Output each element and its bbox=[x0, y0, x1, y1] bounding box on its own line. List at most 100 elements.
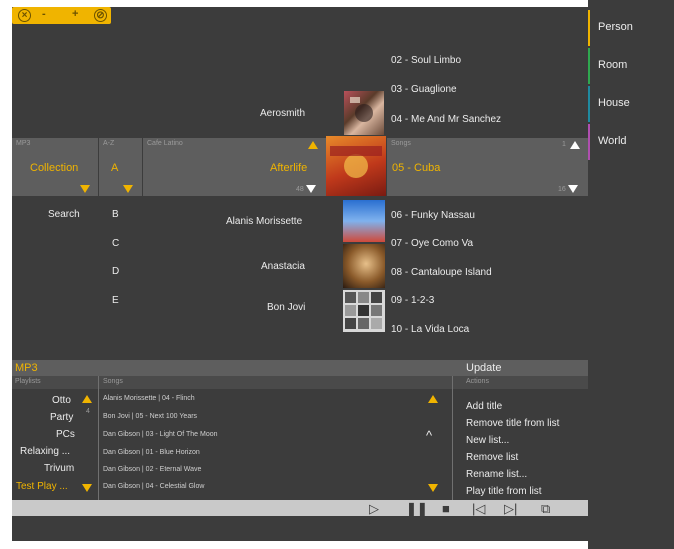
scroll-up-icon[interactable] bbox=[570, 141, 580, 149]
nav-indicator bbox=[588, 48, 590, 84]
new-list-button[interactable]: New list... bbox=[466, 435, 509, 446]
dropdown-arrow-icon[interactable] bbox=[123, 185, 133, 193]
pause-icon[interactable]: ❚❚ bbox=[406, 502, 428, 515]
playlist-song[interactable]: Dan Gibson | 01 - Blue Horizon bbox=[103, 449, 200, 456]
move-up-icon[interactable]: ^ bbox=[426, 428, 432, 443]
divider bbox=[386, 138, 387, 196]
nav-indicator bbox=[588, 124, 590, 160]
song-item[interactable]: 06 - Funky Nassau bbox=[391, 210, 475, 221]
add-title-button[interactable]: Add title bbox=[466, 401, 502, 412]
maximize-button[interactable]: + bbox=[72, 8, 78, 20]
settings-icon[interactable]: ⊘ bbox=[94, 9, 107, 22]
divider bbox=[452, 376, 453, 500]
song-item[interactable]: 04 - Me And Mr Sanchez bbox=[391, 114, 501, 125]
album-cover[interactable] bbox=[343, 200, 385, 242]
song-item[interactable]: 10 - La Vida Loca bbox=[391, 324, 469, 335]
song-item[interactable]: 07 - Oye Como Va bbox=[391, 238, 473, 249]
update-button[interactable]: Update bbox=[466, 362, 501, 374]
next-icon[interactable]: ▷| bbox=[504, 502, 517, 515]
nav-item-room[interactable]: Room bbox=[588, 48, 674, 84]
playlist-item[interactable]: Otto bbox=[52, 395, 71, 406]
scroll-down-icon[interactable] bbox=[82, 484, 92, 492]
album-cover[interactable] bbox=[343, 290, 385, 332]
close-icon[interactable]: × bbox=[18, 9, 31, 22]
section-title: MP3 bbox=[15, 362, 38, 374]
column-header-actions: Actions bbox=[466, 378, 489, 385]
playlist-song[interactable]: Bon Jovi | 05 - Next 100 Years bbox=[103, 413, 197, 420]
repeat-icon[interactable]: ⧉ bbox=[541, 502, 550, 515]
playlist-song[interactable]: Dan Gibson | 04 - Celestial Glow bbox=[103, 483, 204, 490]
previous-icon[interactable]: |◁ bbox=[472, 502, 485, 515]
song-selected[interactable]: 05 - Cuba bbox=[392, 162, 440, 174]
artist-item[interactable]: Aerosmith bbox=[260, 108, 305, 119]
playlist-item-selected[interactable]: Test Play ... bbox=[16, 481, 68, 492]
scroll-down-icon[interactable] bbox=[428, 484, 438, 492]
artist-selected[interactable]: Afterlife bbox=[270, 162, 307, 174]
album-art-icon bbox=[330, 146, 382, 178]
column-header-artist: Cafe Latino bbox=[147, 140, 183, 147]
scroll-up-icon[interactable] bbox=[82, 395, 92, 403]
music-browser: × - + ⊘ Aerosmith 02 - Soul Limbo 03 - G… bbox=[12, 7, 588, 541]
scroll-up-icon[interactable] bbox=[308, 141, 318, 149]
side-navigation: Person Room House World bbox=[588, 0, 674, 549]
collection-selected[interactable]: Collection bbox=[30, 162, 78, 174]
song-item[interactable]: 08 - Cantaloupe Island bbox=[391, 267, 492, 278]
artist-item[interactable]: Bon Jovi bbox=[267, 302, 305, 313]
nav-label: Room bbox=[598, 59, 628, 71]
playlist-song[interactable]: Alanis Morissette | 04 - Flinch bbox=[103, 395, 195, 402]
play-icon[interactable]: ▷ bbox=[369, 502, 379, 515]
window-title-bar: × - + ⊘ bbox=[12, 7, 111, 24]
play-title-button[interactable]: Play title from list bbox=[466, 486, 542, 497]
playlist-item[interactable]: Trivum bbox=[44, 463, 74, 474]
divider bbox=[142, 138, 143, 196]
artist-count: 48 bbox=[296, 186, 304, 193]
nav-label: World bbox=[598, 135, 627, 147]
remove-title-button[interactable]: Remove title from list bbox=[466, 418, 559, 429]
nav-item-world[interactable]: World bbox=[588, 124, 674, 160]
album-cover[interactable] bbox=[344, 91, 384, 135]
playlist-item[interactable]: PCs bbox=[56, 429, 75, 440]
app-window: × - + ⊘ Aerosmith 02 - Soul Limbo 03 - G… bbox=[0, 0, 674, 549]
nav-item-house[interactable]: House bbox=[588, 86, 674, 122]
nav-item-person[interactable]: Person bbox=[588, 10, 674, 46]
minimize-button[interactable]: - bbox=[42, 8, 46, 20]
album-cover[interactable] bbox=[343, 244, 385, 288]
song-index: 1 bbox=[562, 141, 566, 148]
nav-indicator bbox=[588, 86, 590, 122]
column-header-az: A-Z bbox=[103, 140, 115, 147]
artist-item[interactable]: Anastacia bbox=[261, 261, 305, 272]
letter-item[interactable]: C bbox=[112, 238, 119, 249]
song-item[interactable]: 03 - Guaglione bbox=[391, 84, 457, 95]
stop-icon[interactable]: ■ bbox=[442, 502, 450, 515]
playlist-song[interactable]: Dan Gibson | 03 - Light Of The Moon bbox=[103, 431, 218, 438]
letter-item[interactable]: B bbox=[112, 209, 119, 220]
playlist-item[interactable]: Party bbox=[50, 412, 73, 423]
nav-label: House bbox=[598, 97, 630, 109]
scroll-up-icon[interactable] bbox=[428, 395, 438, 403]
divider bbox=[98, 138, 99, 196]
letter-item[interactable]: D bbox=[112, 266, 119, 277]
dropdown-arrow-icon[interactable] bbox=[80, 185, 90, 193]
playlist-header-bar bbox=[12, 360, 588, 376]
scroll-down-icon[interactable] bbox=[306, 185, 316, 193]
column-header-songs: Songs bbox=[391, 140, 411, 147]
playlist-song[interactable]: Dan Gibson | 02 - Eternal Wave bbox=[103, 466, 201, 473]
artist-item[interactable]: Alanis Morissette bbox=[226, 216, 302, 227]
divider bbox=[98, 376, 99, 500]
playlist-badge: 4 bbox=[86, 408, 90, 415]
rename-list-button[interactable]: Rename list... bbox=[466, 469, 527, 480]
remove-list-button[interactable]: Remove list bbox=[466, 452, 518, 463]
scroll-down-icon[interactable] bbox=[568, 185, 578, 193]
letter-item[interactable]: E bbox=[112, 295, 119, 306]
album-art-icon bbox=[345, 292, 382, 329]
song-item[interactable]: 09 - 1-2-3 bbox=[391, 295, 434, 306]
column-header-playlists: Playlists bbox=[15, 378, 41, 385]
letter-selected[interactable]: A bbox=[111, 162, 118, 174]
playlist-item[interactable]: Relaxing ... bbox=[20, 446, 70, 457]
song-item[interactable]: 02 - Soul Limbo bbox=[391, 55, 461, 66]
search-item[interactable]: Search bbox=[48, 209, 80, 220]
transport-bar bbox=[12, 500, 588, 516]
column-header-source: MP3 bbox=[16, 140, 31, 147]
album-cover-selected[interactable] bbox=[326, 136, 386, 196]
nav-indicator bbox=[588, 10, 590, 46]
